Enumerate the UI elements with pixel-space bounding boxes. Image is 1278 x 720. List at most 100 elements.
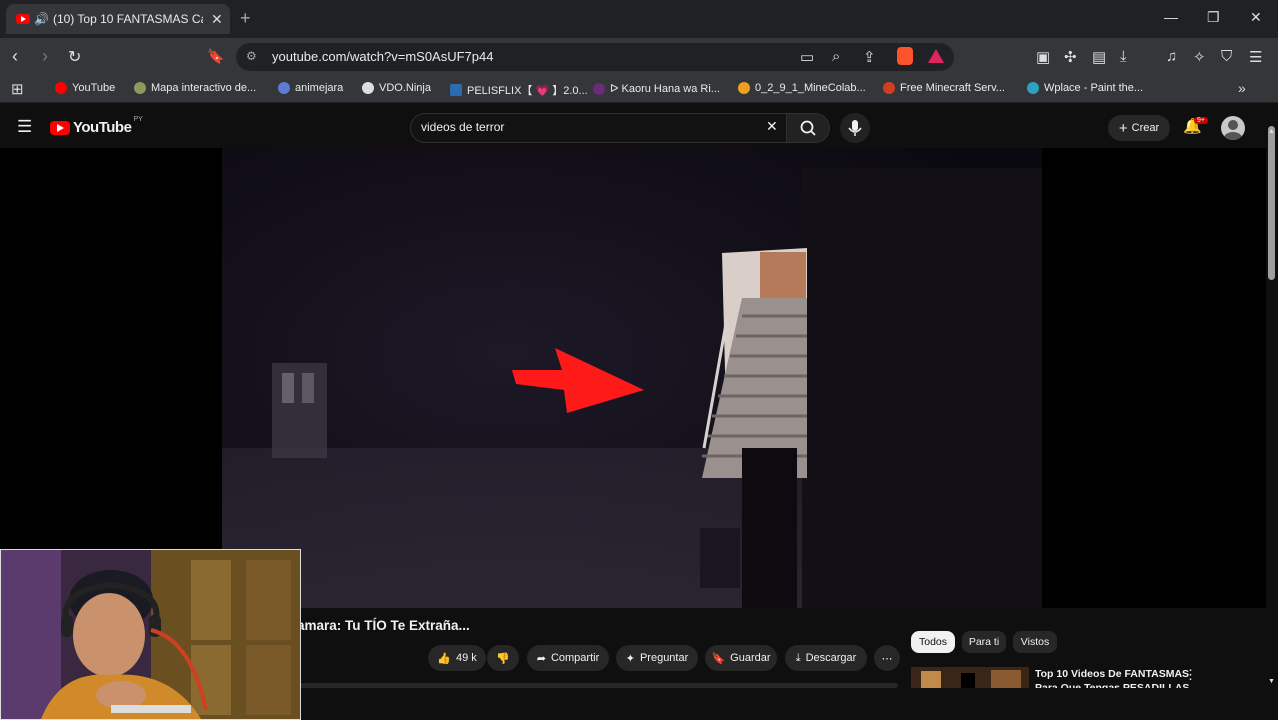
share-button[interactable]: ➦ Compartir: [527, 645, 609, 671]
download-button[interactable]: ⤓ Descargar: [785, 645, 867, 671]
bookmark-favicon-icon: [593, 82, 605, 95]
bookmark-label: ᐅ Kaoru Hana wa Ri...: [610, 83, 720, 95]
search-query-text[interactable]: videos de terror: [421, 120, 504, 134]
bookmark-label: VDO.Ninja: [379, 82, 431, 94]
bookmark-label: Free Minecraft Serv...: [900, 82, 1005, 94]
share-label: Compartir: [550, 652, 600, 664]
bookmark-item[interactable]: Free Minecraft Serv...: [883, 82, 1005, 94]
more-dots-icon: ⋯: [881, 652, 893, 665]
bookmark-favicon-icon: [738, 82, 750, 94]
bookmark-item[interactable]: 0_2_9_1_MineColab...: [738, 82, 866, 94]
back-button[interactable]: ‹: [12, 46, 18, 67]
thumbs-down-icon: 👎: [496, 652, 510, 665]
share-icon[interactable]: ⇪: [863, 48, 876, 66]
leo-ai-icon[interactable]: ✧: [1193, 48, 1206, 66]
bookmark-favicon-icon: [450, 84, 462, 96]
tab-title: (10) Top 10 FANTASMAS Capt: [52, 12, 203, 26]
bookmark-item[interactable]: Mapa interactivo de...: [134, 82, 256, 94]
bookmark-item[interactable]: PELISFLIX【 💗 】2.0...: [450, 82, 588, 98]
brave-rewards-icon[interactable]: [928, 49, 944, 63]
avatar[interactable]: [1221, 116, 1245, 140]
download-arrow-icon: ⤓: [795, 651, 801, 664]
youtube-favicon-icon: [16, 14, 30, 24]
bookmark-favicon-icon: [55, 82, 67, 94]
url-text[interactable]: youtube.com/watch?v=mS0AsUF7p44: [272, 49, 493, 64]
bookmark-label: YouTube: [72, 82, 116, 94]
recommended-more-icon[interactable]: ⋮: [1184, 667, 1197, 683]
bookmark-favicon-icon: [278, 82, 290, 94]
plus-icon: +: [1118, 119, 1128, 137]
search-icon: [800, 120, 816, 136]
more-actions-button[interactable]: ⋯: [874, 645, 900, 671]
restore-button[interactable]: ❐: [1207, 9, 1220, 26]
scrollbar-thumb[interactable]: [1268, 126, 1275, 280]
save-button[interactable]: 🔖 Guardar: [705, 645, 777, 671]
menu-icon[interactable]: ☰: [1249, 48, 1262, 66]
youtube-play-icon: [50, 120, 70, 135]
bookmarks-more-icon[interactable]: »: [1238, 80, 1246, 96]
like-button[interactable]: 👍 49 k: [428, 645, 486, 671]
browser-tab[interactable]: 🔊 (10) Top 10 FANTASMAS Capt ✕: [6, 4, 230, 34]
chip-for-you[interactable]: Para ti: [962, 631, 1006, 653]
bookmark-favicon-icon: [1027, 82, 1039, 94]
search-button[interactable]: [786, 113, 830, 143]
sparkle-icon: ✦: [625, 652, 635, 665]
reload-icon[interactable]: ↻: [68, 47, 81, 67]
bookmark-item[interactable]: ᐅ Kaoru Hana wa Ri...: [593, 82, 720, 95]
close-window-button[interactable]: ✕: [1250, 9, 1262, 26]
new-tab-button[interactable]: +: [240, 8, 251, 29]
user-avatar-icon: [1224, 120, 1242, 140]
video-title: amara: Tu TÍO Te Extraña...: [297, 618, 470, 633]
bookmark-label: Wplace - Paint the...: [1044, 82, 1144, 94]
speaker-icon[interactable]: 🔊: [34, 12, 49, 26]
microphone-icon: [848, 120, 862, 136]
site-settings-icon[interactable]: ⚙: [246, 49, 257, 63]
bookmark-item[interactable]: YouTube: [55, 82, 115, 94]
apps-grid-icon[interactable]: ⊞: [11, 80, 24, 98]
dislike-button[interactable]: 👎: [487, 645, 519, 671]
youtube-logo[interactable]: YouTube PY: [50, 116, 143, 136]
scroll-down-icon[interactable]: ▼: [1268, 678, 1275, 685]
bookmark-label: Mapa interactivo de...: [151, 82, 257, 94]
chip-all[interactable]: Todos: [911, 631, 955, 653]
create-button[interactable]: + Crear: [1108, 115, 1170, 141]
brave-shield-icon[interactable]: [897, 47, 913, 65]
bookmark-icon[interactable]: 🔖: [207, 48, 224, 65]
scroll-up-icon[interactable]: ▲: [1268, 128, 1275, 135]
hamburger-menu-icon[interactable]: ☰: [17, 117, 32, 137]
share-arrow-icon: ➦: [536, 652, 546, 665]
download-label: Descargar: [805, 652, 857, 664]
logo-country-code: PY: [133, 116, 143, 123]
bookmark-label: animejara: [295, 82, 344, 94]
sidebar-icon[interactable]: ▣: [1036, 48, 1050, 66]
zoom-icon[interactable]: ⌕: [832, 48, 840, 65]
clear-search-icon[interactable]: ✕: [766, 118, 778, 135]
tab-close-icon[interactable]: ✕: [211, 11, 223, 28]
bookmark-label: 0_2_9_1_MineColab...: [755, 82, 866, 94]
minimize-button[interactable]: —: [1164, 9, 1178, 25]
bookmark-favicon-icon: [883, 82, 895, 94]
bookmark-item[interactable]: Wplace - Paint the...: [1027, 82, 1143, 94]
wallet-icon[interactable]: ▤: [1092, 48, 1106, 66]
bookmark-favicon-icon: [134, 82, 146, 94]
create-label: Crear: [1131, 122, 1160, 134]
like-count: 49 k: [455, 652, 477, 664]
bookmark-label: PELISFLIX【 💗 】2.0...: [467, 85, 588, 97]
recommended-thumbnail[interactable]: [911, 667, 1029, 689]
bookmark-save-icon: 🔖: [711, 652, 726, 665]
ask-button[interactable]: ✦ Preguntar: [616, 645, 698, 671]
extensions-icon[interactable]: ✣: [1064, 48, 1077, 66]
music-icon[interactable]: ♫: [1166, 48, 1177, 65]
bookmark-item[interactable]: animejara: [278, 82, 343, 94]
voice-search-button[interactable]: [840, 113, 870, 143]
screen-icon[interactable]: ▭: [800, 48, 814, 66]
recommended-title-line1[interactable]: Top 10 Videos De FANTASMAS: [1035, 668, 1189, 680]
bookmark-item[interactable]: VDO.Ninja: [362, 82, 431, 94]
logo-text: YouTube: [73, 119, 132, 136]
download-icon[interactable]: ⤓: [1120, 48, 1127, 65]
forward-button[interactable]: ›: [42, 46, 48, 67]
save-label: Guardar: [730, 652, 771, 664]
chip-watched[interactable]: Vistos: [1013, 631, 1057, 653]
vpn-icon[interactable]: ⛉: [1221, 48, 1232, 65]
video-frame[interactable]: [222, 148, 1042, 608]
